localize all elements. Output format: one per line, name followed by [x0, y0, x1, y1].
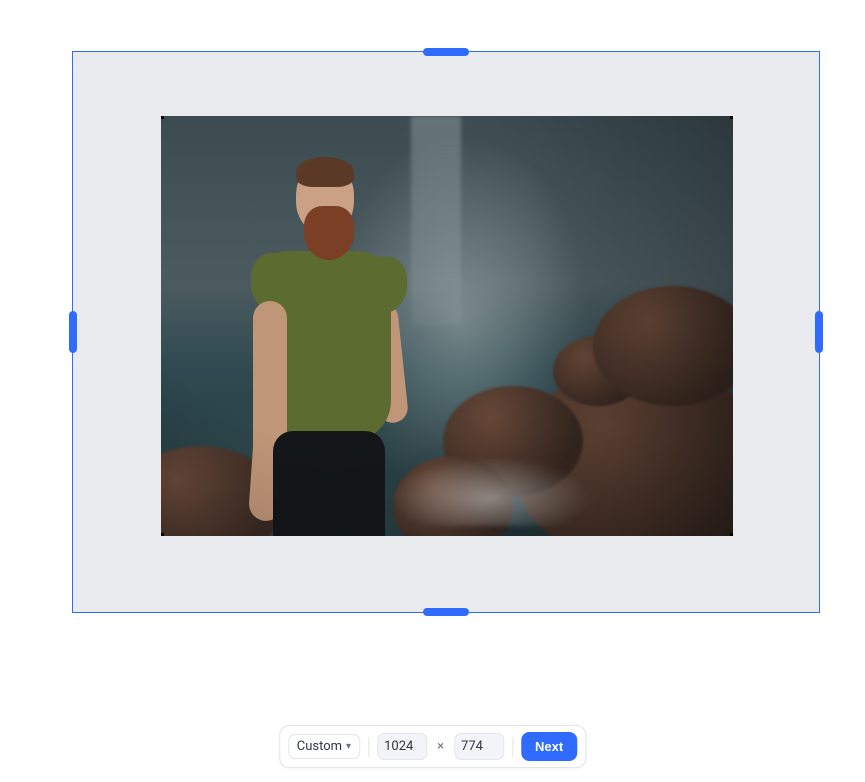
next-button[interactable]: Next [521, 732, 577, 761]
resize-handle-right[interactable] [815, 311, 823, 353]
source-image[interactable] [161, 116, 733, 536]
size-mode-label: Custom [297, 739, 342, 754]
image-foam [391, 456, 591, 526]
image-subject [201, 151, 421, 536]
image-handle-bottom-left[interactable] [161, 533, 164, 536]
resize-handle-left[interactable] [69, 311, 77, 353]
size-mode-select[interactable]: Custom ▾ [288, 734, 360, 759]
dimension-separator: × [435, 739, 446, 754]
toolbar-divider [368, 737, 369, 757]
chevron-down-icon: ▾ [346, 741, 351, 752]
size-toolbar: Custom ▾ × Next [279, 725, 586, 768]
resize-handle-top[interactable] [423, 48, 469, 56]
height-input[interactable] [454, 733, 504, 760]
toolbar-divider [512, 737, 513, 757]
image-handle-top-right[interactable] [730, 116, 733, 119]
resize-handle-bottom[interactable] [423, 608, 469, 616]
width-input[interactable] [377, 733, 427, 760]
image-handle-bottom-right[interactable] [730, 533, 733, 536]
crop-canvas[interactable] [72, 51, 820, 613]
image-handle-top-left[interactable] [161, 116, 164, 119]
